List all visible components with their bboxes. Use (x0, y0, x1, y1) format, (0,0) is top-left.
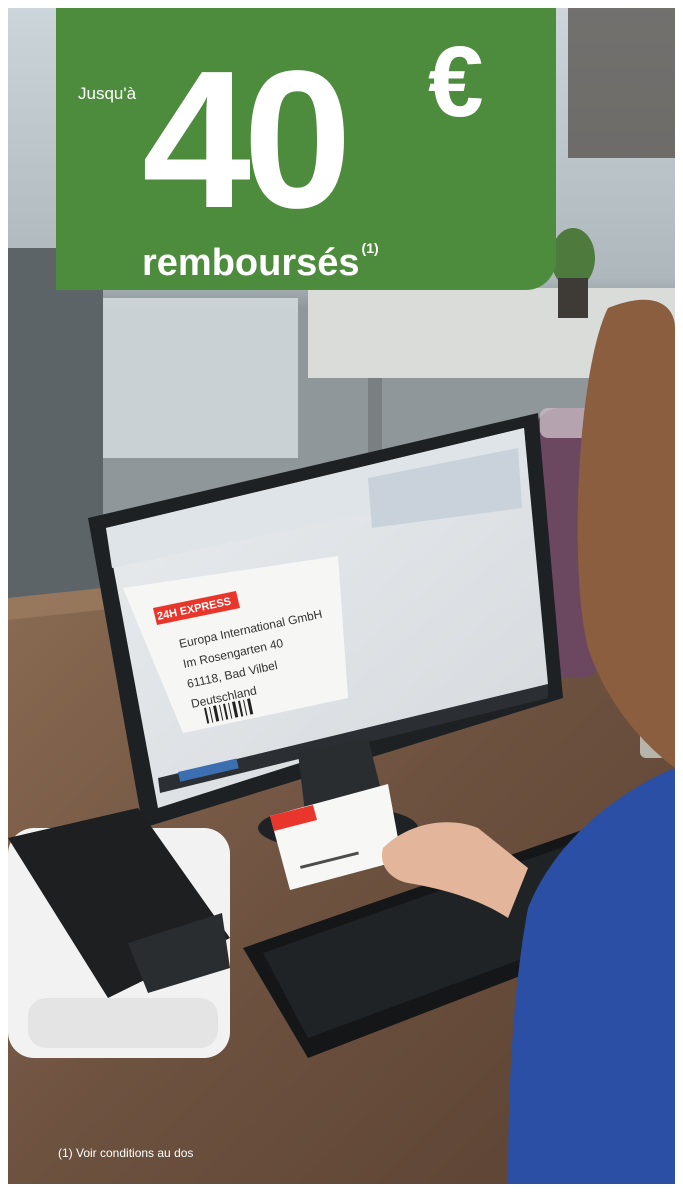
promo-label: remboursés (1) (142, 226, 379, 285)
label-printer (8, 808, 230, 1058)
product-photo: 24H EXPRESS Europa International GmbH Im… (8, 8, 675, 1184)
background-pillar (8, 248, 103, 608)
promo-note-ref: (1) (361, 240, 379, 256)
promo-banner: Jusqu'à 40 € remboursés (1) (56, 8, 556, 290)
promo-prefix: Jusqu'à (78, 84, 137, 103)
window-light (98, 298, 298, 458)
promo-label-text: remboursés (142, 242, 360, 284)
footnote: (1) Voir conditions au dos (58, 1146, 194, 1160)
promo-amount: 40 (142, 30, 352, 249)
background-person (568, 8, 675, 158)
promo-currency: € (428, 26, 484, 138)
